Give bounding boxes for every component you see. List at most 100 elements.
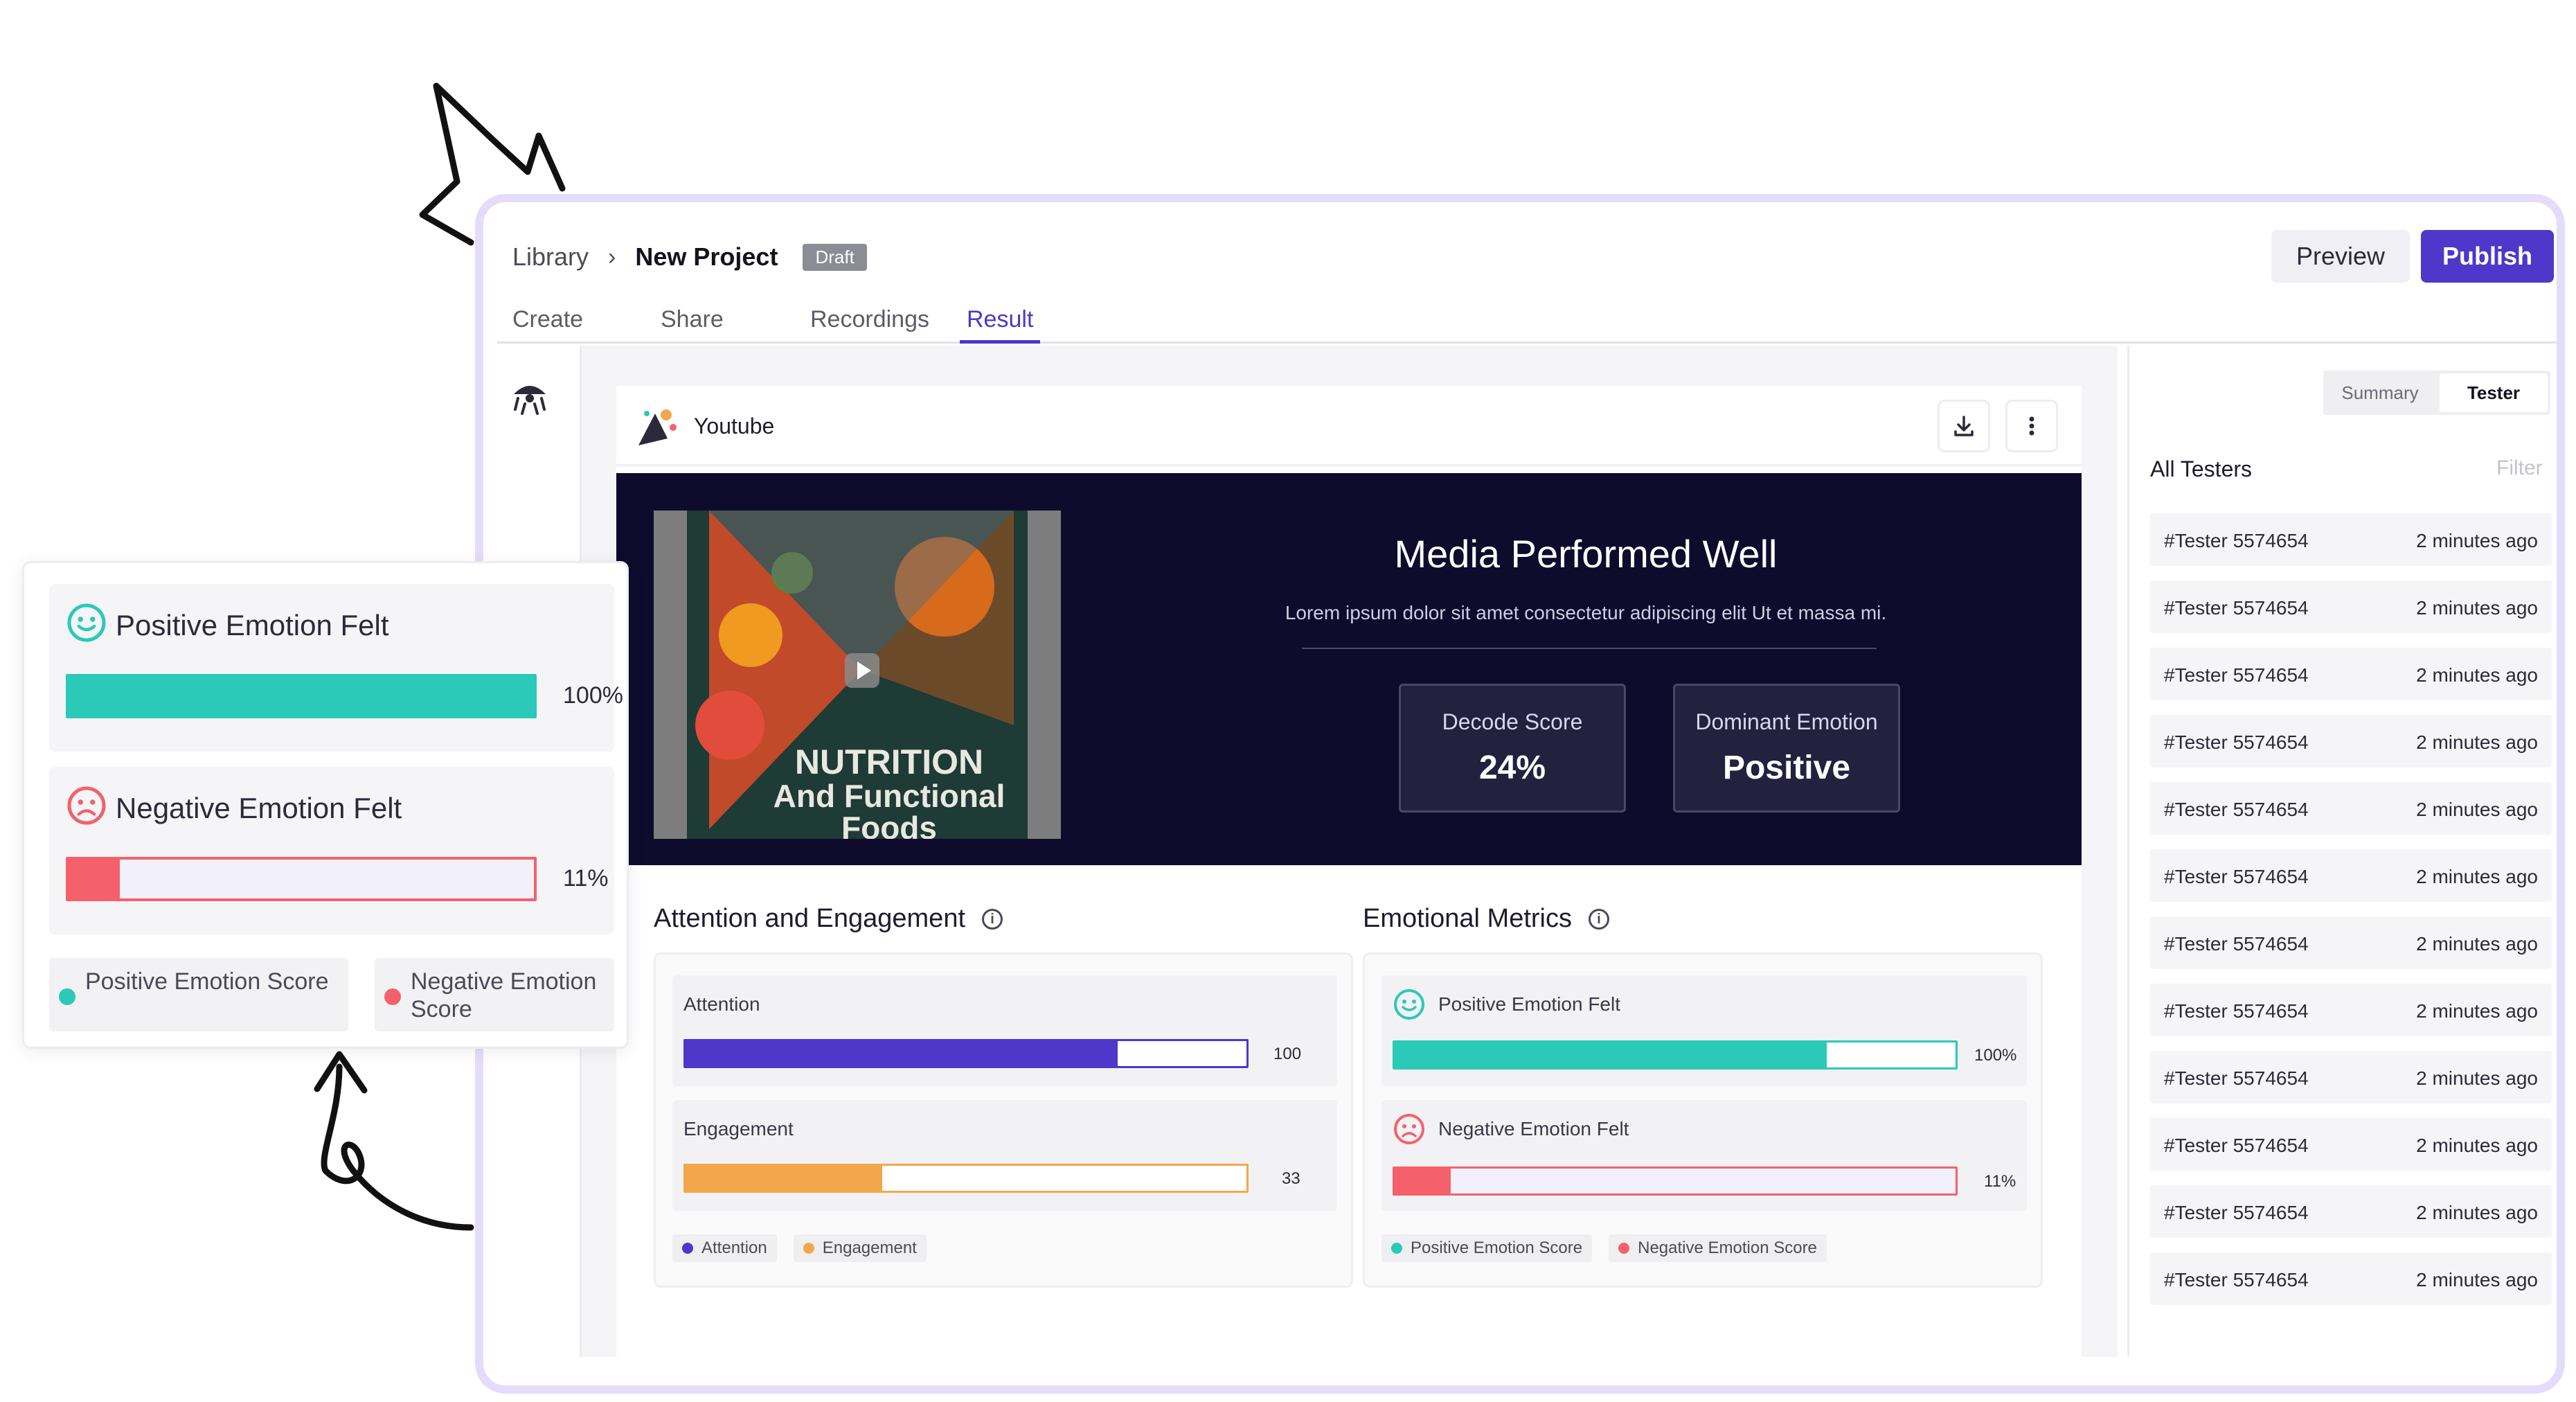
emotion-legend: Positive Emotion Score Negative Emotion …	[1381, 1234, 1827, 1262]
tester-row[interactable]: #Tester 5574654 2 minutes ago	[2150, 782, 2552, 835]
attention-bar	[683, 1039, 1249, 1068]
tester-time: 2 minutes ago	[2416, 1202, 2538, 1223]
emotion-section-title: Emotional Metrics i	[1363, 904, 1609, 934]
legend-engagement-label: Engagement	[822, 1239, 917, 1257]
callout-legend-positive-label: Positive Emotion Score	[85, 968, 329, 995]
download-button[interactable]	[1938, 400, 1990, 452]
info-icon[interactable]: i	[982, 908, 1003, 930]
tester-row[interactable]: #Tester 5574654 2 minutes ago	[2150, 916, 2552, 969]
tester-time: 2 minutes ago	[2416, 799, 2538, 820]
publish-button[interactable]: Publish	[2421, 230, 2554, 283]
negative-emotion-bar	[1393, 1166, 1958, 1196]
legend-attention-label: Attention	[701, 1239, 767, 1257]
toggle-summary[interactable]: Summary	[2326, 373, 2434, 412]
thumbnail-artwork: NUTRITION And Functional Foods	[654, 511, 1061, 839]
tester-row[interactable]: #Tester 5574654 2 minutes ago	[2150, 1051, 2552, 1103]
project-title: New Project	[635, 242, 778, 271]
attention-section-title: Attention and Engagement i	[654, 904, 1003, 934]
more-options-button[interactable]	[2005, 400, 2058, 452]
preview-button[interactable]: Preview	[2271, 230, 2410, 283]
tester-row[interactable]: #Tester 5574654 2 minutes ago	[2150, 513, 2552, 566]
tab-recordings[interactable]: Recordings	[810, 306, 929, 344]
frown-icon	[1394, 1114, 1424, 1144]
thumbnail-text-3: Foods	[841, 810, 937, 839]
tester-row[interactable]: #Tester 5574654 2 minutes ago	[2150, 715, 2552, 767]
smile-icon	[1394, 989, 1424, 1020]
engagement-label: Engagement	[683, 1118, 794, 1139]
dominant-emotion-card: Dominant Emotion Positive	[1673, 684, 1900, 813]
card-header: Youtube	[616, 386, 2082, 466]
negative-emotion-value: 11%	[1984, 1172, 2016, 1191]
positive-emotion-label: Positive Emotion Felt	[1438, 993, 1620, 1015]
attention-metrics-panel: Attention 100 Engagement 33 Attention En…	[654, 952, 1353, 1288]
media-logo-icon	[638, 409, 677, 445]
tester-row[interactable]: #Tester 5574654 2 minutes ago	[2150, 580, 2552, 633]
positive-emotion-row: Positive Emotion Felt 100%	[1381, 975, 2027, 1086]
legend-negative-emotion: Negative Emotion Score	[1609, 1234, 1827, 1262]
callout-negative-bar	[66, 857, 537, 901]
tester-time: 2 minutes ago	[2416, 597, 2538, 619]
tester-row[interactable]: #Tester 5574654 2 minutes ago	[2150, 984, 2552, 1036]
attention-label: Attention	[683, 993, 760, 1015]
tester-row[interactable]: #Tester 5574654 2 minutes ago	[2150, 1252, 2552, 1305]
emotion-callout-card: Positive Emotion Felt 100% Negative Emot…	[22, 561, 629, 1049]
engagement-value: 33	[1282, 1169, 1300, 1188]
tester-id: #Tester 5574654	[2164, 1135, 2309, 1156]
tester-row[interactable]: #Tester 5574654 2 minutes ago	[2150, 849, 2552, 902]
hero-title: Media Performed Well	[1394, 532, 1778, 576]
attention-legend: Attention Engagement	[672, 1234, 927, 1262]
tester-id: #Tester 5574654	[2164, 731, 2309, 753]
legend-attention: Attention	[672, 1234, 777, 1262]
frown-icon	[67, 786, 106, 825]
hero-divider	[1302, 648, 1877, 649]
legend-dot-negative	[384, 988, 401, 1005]
decode-score-label: Decode Score	[1442, 709, 1583, 734]
attention-row: Attention 100	[672, 975, 1337, 1086]
hero-subtitle: Lorem ipsum dolor sit amet consectetur a…	[1285, 602, 1887, 623]
callout-negative-value: 11%	[563, 865, 609, 891]
engagement-row: Engagement 33	[672, 1100, 1337, 1211]
positive-emotion-bar	[1393, 1040, 1958, 1070]
attention-section-title-text: Attention and Engagement	[654, 904, 966, 933]
tester-time: 2 minutes ago	[2416, 530, 2538, 551]
toggle-tester[interactable]: Tester	[2440, 373, 2548, 412]
callout-positive-value: 100%	[563, 682, 623, 709]
tester-id: #Tester 5574654	[2164, 933, 2309, 955]
testers-heading: All Testers	[2150, 456, 2253, 481]
tester-row[interactable]: #Tester 5574654 2 minutes ago	[2150, 648, 2552, 700]
tester-id: #Tester 5574654	[2164, 1269, 2309, 1290]
tester-row[interactable]: #Tester 5574654 2 minutes ago	[2150, 1118, 2552, 1171]
tab-create[interactable]: Create	[512, 306, 583, 344]
video-thumbnail[interactable]: NUTRITION And Functional Foods	[654, 511, 1061, 839]
info-icon[interactable]: i	[1588, 908, 1609, 930]
legend-negative-emotion-label: Negative Emotion Score	[1638, 1239, 1817, 1257]
filter-button[interactable]: Filter	[2496, 456, 2543, 480]
tester-id: #Tester 5574654	[2164, 664, 2309, 686]
hero-banner: NUTRITION And Functional Foods Media Per…	[616, 473, 2082, 865]
decode-score-value: 24%	[1478, 749, 1546, 786]
app-logo-icon[interactable]	[507, 373, 553, 419]
positive-emotion-bar-fill	[1395, 1042, 1827, 1067]
emotion-section-title-text: Emotional Metrics	[1363, 904, 1572, 933]
callout-positive-label: Positive Emotion Felt	[116, 609, 389, 641]
breadcrumb-library-link[interactable]: Library	[512, 242, 589, 272]
legend-dot-positive	[59, 988, 75, 1005]
positive-emotion-label-wrap: Positive Emotion Felt	[1393, 988, 1620, 1021]
breadcrumb: Library › New Project Draft	[512, 242, 867, 272]
legend-positive-emotion: Positive Emotion Score	[1381, 1234, 1593, 1262]
chevron-right-icon: ›	[608, 243, 616, 270]
callout-positive-bar	[66, 674, 537, 718]
tab-share[interactable]: Share	[661, 306, 724, 344]
engagement-bar-fill	[686, 1166, 882, 1191]
tester-id: #Tester 5574654	[2164, 1067, 2309, 1089]
negative-emotion-label: Negative Emotion Felt	[1438, 1118, 1629, 1139]
tester-id: #Tester 5574654	[2164, 597, 2309, 619]
callout-legend-negative: Negative Emotion Score	[375, 958, 614, 1031]
tester-row[interactable]: #Tester 5574654 2 minutes ago	[2150, 1185, 2552, 1238]
callout-negative-label: Negative Emotion Felt	[116, 792, 402, 824]
smile-icon	[67, 603, 106, 642]
legend-positive-emotion-label: Positive Emotion Score	[1411, 1239, 1583, 1257]
negative-emotion-row: Negative Emotion Felt 11%	[1381, 1100, 2027, 1211]
tab-result[interactable]: Result	[960, 306, 1041, 344]
tester-time: 2 minutes ago	[2416, 664, 2538, 686]
